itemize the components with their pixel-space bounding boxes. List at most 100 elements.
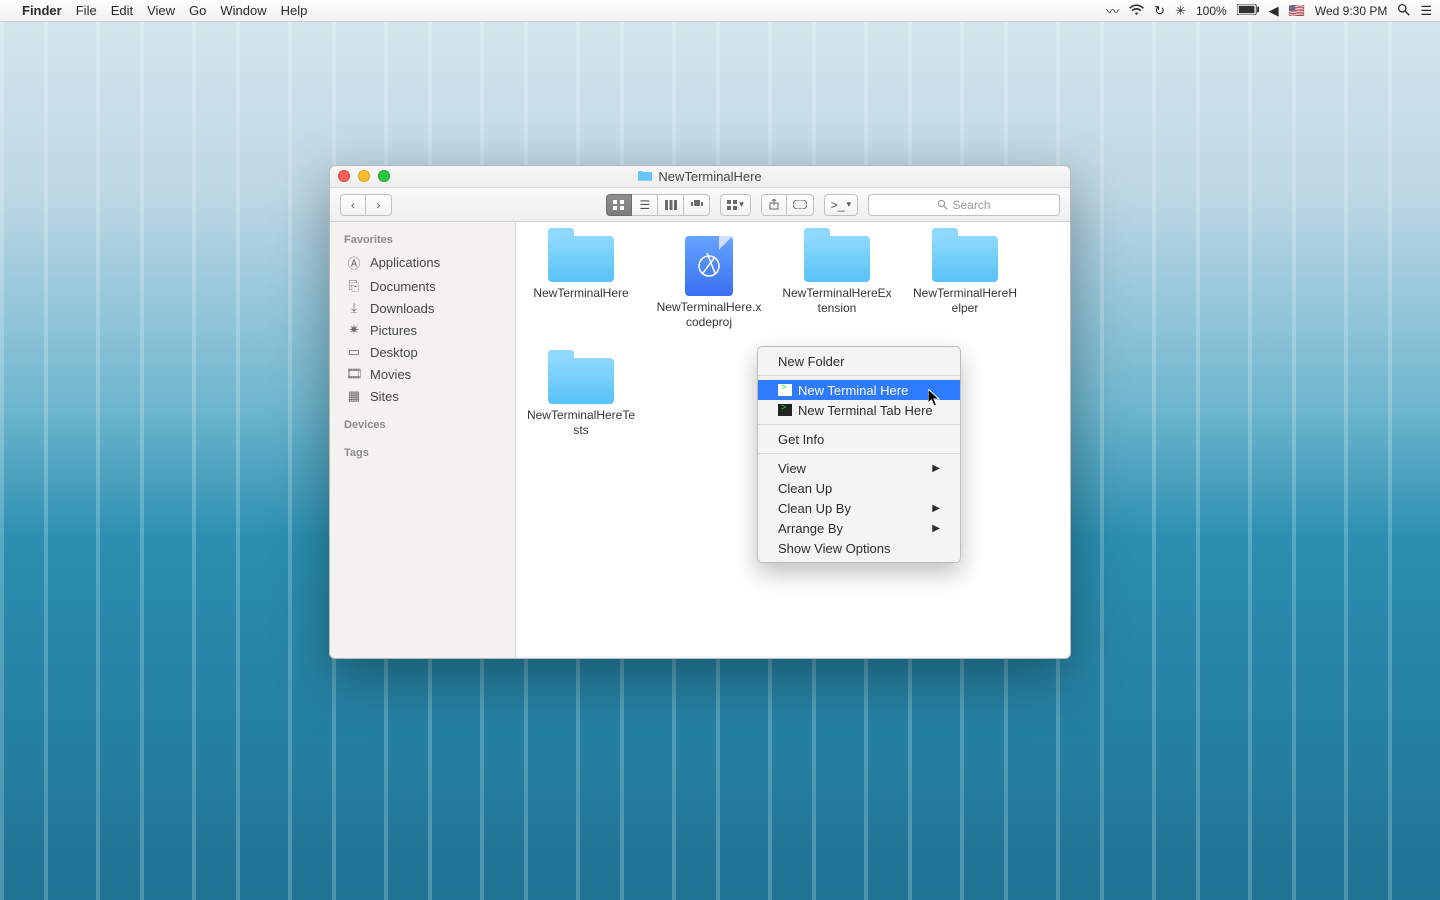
wifi-icon[interactable] <box>1129 3 1144 18</box>
menubar-item-edit[interactable]: Edit <box>111 3 133 18</box>
folder-icon <box>548 236 614 282</box>
menu-separator <box>758 453 960 454</box>
menu-item-label: New Terminal Here <box>798 383 908 398</box>
timemachine-icon[interactable]: ↻ <box>1154 3 1165 19</box>
terminal-icon <box>778 404 792 416</box>
menubar: Finder File Edit View Go Window Help 〰 ↻… <box>0 0 1440 22</box>
back-button[interactable]: ‹ <box>340 194 366 216</box>
view-list-button[interactable]: ☰ <box>632 194 658 216</box>
file-item[interactable]: NewTerminalHere.xcodeproj <box>654 236 764 330</box>
close-button[interactable] <box>338 170 350 182</box>
sites-icon: ▦ <box>346 388 362 404</box>
desktop-icon: ▭ <box>346 344 362 360</box>
menuextra-icon[interactable]: 〰 <box>1106 1 1119 20</box>
share-button[interactable] <box>761 194 787 216</box>
menubar-item-view[interactable]: View <box>147 3 175 18</box>
menu-item-label: Arrange By <box>778 521 843 536</box>
volume-icon[interactable]: ◀ <box>1269 3 1279 19</box>
menu-separator <box>758 424 960 425</box>
file-label: NewTerminalHere.xcodeproj <box>654 300 764 330</box>
xcodeproj-icon <box>685 236 733 296</box>
sidebar-item-documents[interactable]: ⎘ Documents <box>330 275 515 297</box>
menubar-item-go[interactable]: Go <box>189 3 206 18</box>
sidebar-item-label: Pictures <box>370 323 417 338</box>
window-title: NewTerminalHere <box>658 169 761 184</box>
menu-item-view[interactable]: View ▶ <box>758 458 960 478</box>
downloads-icon: ⤓ <box>346 300 362 316</box>
sidebar-item-pictures[interactable]: ✷Pictures <box>330 319 515 341</box>
bluetooth-icon[interactable]: ✳ <box>1175 3 1186 19</box>
menu-item-get-info[interactable]: Get Info <box>758 429 960 449</box>
view-mode-buttons: ☰ <box>606 194 710 216</box>
view-coverflow-button[interactable] <box>684 194 710 216</box>
arrange-button[interactable]: ▾ <box>720 194 751 216</box>
documents-icon: ⎘ <box>346 278 362 294</box>
sidebar-header-tags: Tags <box>330 443 515 463</box>
menubar-app-name[interactable]: Finder <box>22 3 62 18</box>
titlebar[interactable]: NewTerminalHere <box>330 166 1070 188</box>
submenu-arrow-icon: ▶ <box>932 463 940 474</box>
terminal-icon <box>778 384 792 396</box>
sidebar-item-label: Desktop <box>370 345 418 360</box>
sidebar-item-sites[interactable]: ▦Sites <box>330 385 515 407</box>
sidebar: Favorites Ⓐ Applications ⎘ Documents ⤓ Down… <box>330 222 516 658</box>
menubar-item-help[interactable]: Help <box>281 3 308 18</box>
menu-item-label: Get Info <box>778 432 824 447</box>
file-item[interactable]: NewTerminalHereHelper <box>910 236 1020 330</box>
input-flag-icon[interactable]: 🇺🇸 <box>1289 3 1305 19</box>
sidebar-item-applications[interactable]: Ⓐ Applications <box>330 250 515 275</box>
menubar-item-file[interactable]: File <box>76 3 97 18</box>
file-item[interactable]: NewTerminalHere <box>526 236 636 330</box>
menubar-clock[interactable]: Wed 9:30 PM <box>1315 4 1387 18</box>
toolbar: ‹ › ☰ ▾ >_ ▾ Search <box>330 188 1070 222</box>
menu-item-arrange-by[interactable]: Arrange By ▶ <box>758 518 960 538</box>
submenu-arrow-icon: ▶ <box>932 523 940 534</box>
view-columns-button[interactable] <box>658 194 684 216</box>
menu-item-label: View <box>778 461 806 476</box>
action-button[interactable]: >_ ▾ <box>824 194 858 216</box>
battery-icon[interactable] <box>1237 3 1259 18</box>
submenu-arrow-icon: ▶ <box>932 503 940 514</box>
spotlight-icon[interactable] <box>1397 3 1410 19</box>
menu-item-label: Clean Up By <box>778 501 851 516</box>
menu-item-show-view-options[interactable]: Show View Options <box>758 538 960 558</box>
nav-buttons: ‹ › <box>340 194 392 216</box>
file-item[interactable]: NewTerminalHereTests <box>526 358 636 438</box>
menu-item-label: Clean Up <box>778 481 832 496</box>
sidebar-item-label: Documents <box>370 279 436 294</box>
tags-button[interactable] <box>787 194 814 216</box>
sidebar-item-downloads[interactable]: ⤓ Downloads <box>330 297 515 319</box>
notification-center-icon[interactable]: ☰ <box>1420 3 1432 19</box>
sidebar-item-label: Downloads <box>370 301 434 316</box>
title-folder-icon <box>638 169 652 184</box>
folder-icon <box>804 236 870 282</box>
menu-item-clean-up[interactable]: Clean Up <box>758 478 960 498</box>
forward-button[interactable]: › <box>366 194 392 216</box>
sidebar-header-devices: Devices <box>330 415 515 435</box>
sidebar-header-favorites: Favorites <box>330 230 515 250</box>
file-label: NewTerminalHereTests <box>526 408 636 438</box>
menu-item-new-folder[interactable]: New Folder <box>758 351 960 371</box>
battery-percent[interactable]: 100% <box>1196 4 1227 18</box>
movies-icon: 🎞 <box>346 366 362 382</box>
sidebar-item-label: Applications <box>370 255 440 270</box>
context-menu: New Folder New Terminal Here New Termina… <box>757 346 961 563</box>
view-icons-button[interactable] <box>606 194 632 216</box>
zoom-button[interactable] <box>378 170 390 182</box>
sidebar-item-movies[interactable]: 🎞 Movies <box>330 363 515 385</box>
sidebar-item-desktop[interactable]: ▭ Desktop <box>330 341 515 363</box>
menu-item-label: Show View Options <box>778 541 891 556</box>
menu-item-clean-up-by[interactable]: Clean Up By ▶ <box>758 498 960 518</box>
minimize-button[interactable] <box>358 170 370 182</box>
menubar-item-window[interactable]: Window <box>220 3 266 18</box>
file-label: NewTerminalHere <box>526 286 636 301</box>
file-label: NewTerminalHereExtension <box>782 286 892 316</box>
search-placeholder: Search <box>952 198 990 212</box>
search-input[interactable]: Search <box>868 194 1060 216</box>
menu-item-new-terminal-tab-here[interactable]: New Terminal Tab Here <box>758 400 960 420</box>
sidebar-item-label: Movies <box>370 367 411 382</box>
file-label: NewTerminalHereHelper <box>910 286 1020 316</box>
menu-item-new-terminal-here[interactable]: New Terminal Here <box>758 380 960 400</box>
file-item[interactable]: NewTerminalHereExtension <box>782 236 892 330</box>
applications-icon: Ⓐ <box>346 253 362 272</box>
